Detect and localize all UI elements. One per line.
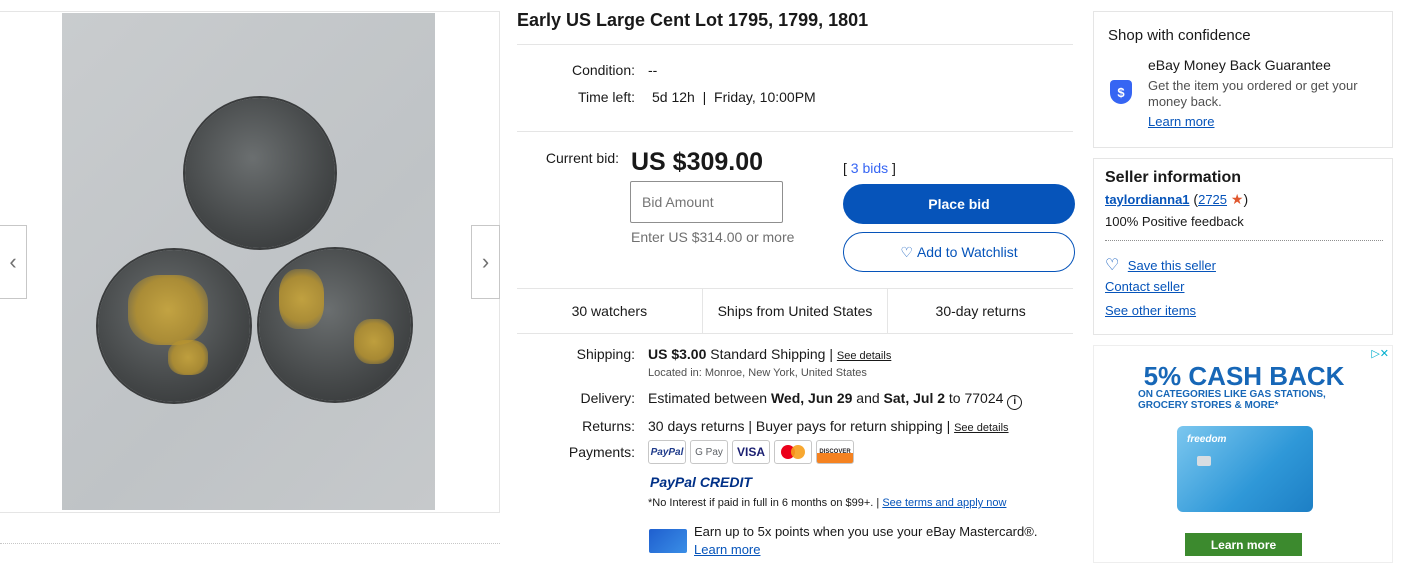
time-left-label: Time left:	[577, 89, 635, 105]
shipping-details-link[interactable]: See details	[837, 350, 891, 362]
ships-from: Ships from United States	[701, 289, 888, 333]
paypal-icon: PayPal	[648, 440, 686, 464]
heart-icon: ♡	[1105, 257, 1120, 274]
payments-label: Payments:	[568, 444, 635, 460]
see-other-items-link[interactable]: See other items	[1105, 303, 1196, 318]
seller-name-row: taylordianna1 (2725 ★)	[1105, 191, 1249, 207]
save-seller-row[interactable]: ♡ Save this seller	[1105, 255, 1216, 275]
save-seller-link[interactable]: Save this seller	[1128, 258, 1216, 273]
confidence-title: Shop with confidence	[1108, 27, 1251, 44]
contact-seller-link[interactable]: Contact seller	[1105, 279, 1184, 294]
seller-title: Seller information	[1105, 169, 1242, 186]
returns-value: 30 days returns | Buyer pays for return …	[648, 418, 1009, 434]
returns-details-link[interactable]: See details	[954, 422, 1008, 434]
bids-link[interactable]: 3 bids	[851, 160, 888, 176]
divider	[517, 44, 1073, 45]
chevron-left-icon: ‹	[9, 249, 17, 274]
advertisement[interactable]: ▷✕ 5% CASH BACK ON CATEGORIES LIKE GAS S…	[1093, 345, 1393, 563]
current-bid-price: US $309.00	[631, 148, 764, 176]
place-bid-button[interactable]: Place bid	[843, 184, 1075, 224]
prev-image-button[interactable]: ‹	[0, 225, 27, 299]
add-to-watchlist-button[interactable]: ♡ Add to Watchlist	[843, 232, 1075, 272]
divider	[1105, 240, 1383, 241]
watchers-count: 30 watchers	[571, 303, 648, 319]
condition-value: --	[648, 62, 658, 78]
seller-feedback: 100% Positive feedback	[1105, 214, 1244, 229]
coin-image	[185, 98, 335, 248]
item-location: Located in: Monroe, New York, United Sta…	[648, 367, 867, 379]
mastercard-icon	[774, 440, 812, 464]
info-icon[interactable]: i	[1007, 395, 1023, 410]
seller-score-link[interactable]: 2725	[1198, 192, 1227, 207]
mastercard-promo: Earn up to 5x points when you use your e…	[694, 524, 1038, 539]
coin-image	[98, 250, 250, 402]
divider	[0, 543, 500, 544]
coin-image	[259, 249, 411, 401]
ad-headline: 5% CASH BACK	[1143, 361, 1345, 391]
shield-icon: $	[1110, 80, 1132, 104]
seller-name-link[interactable]: taylordianna1	[1105, 192, 1190, 207]
ad-choices-icon[interactable]: ▷✕	[1371, 347, 1389, 360]
mastercard-learn-more[interactable]: Learn more	[694, 542, 760, 557]
returns-summary: 30-day returns	[887, 289, 1073, 333]
credit-apply-link[interactable]: See terms and apply now	[882, 497, 1006, 509]
visa-icon: VISA	[732, 440, 770, 464]
heart-icon: ♡	[900, 243, 913, 260]
chevron-right-icon: ›	[481, 249, 490, 274]
delivery-label: Delivery:	[580, 390, 635, 406]
card-brand: freedom	[1187, 434, 1227, 445]
guarantee-learn-more[interactable]: Learn more	[1148, 114, 1214, 129]
paypal-credit-logo: PayPal CREDIT	[650, 474, 752, 490]
discover-icon: DISCOVER	[816, 440, 854, 464]
star-icon: ★	[1230, 191, 1244, 207]
shop-confidence-box: Shop with confidence $ eBay Money Back G…	[1093, 11, 1393, 148]
condition-label: Condition:	[571, 62, 635, 78]
guarantee-text: Get the item you ordered or get your mon…	[1148, 78, 1358, 109]
google-pay-icon: G Pay	[690, 440, 728, 464]
item-stats: 30 watchers Ships from United States 30-…	[517, 288, 1073, 334]
next-image-button[interactable]: ›	[471, 225, 500, 299]
returns-label: Returns:	[582, 418, 635, 434]
chip-icon	[1197, 456, 1211, 466]
bids-count: [ 3 bids ]	[843, 160, 896, 176]
current-bid-label: Current bid:	[545, 150, 619, 166]
shipping-value: US $3.00 Standard Shipping | See details	[648, 346, 892, 362]
credit-note: *No Interest if paid in full in 6 months…	[648, 497, 1007, 509]
ad-learn-more-button[interactable]: Learn more	[1185, 533, 1302, 556]
ebay-mastercard-icon	[649, 529, 687, 553]
bid-amount-input[interactable]	[630, 181, 783, 223]
credit-card-image: freedom	[1177, 426, 1313, 512]
item-title: Early US Large Cent Lot 1795, 1799, 1801	[517, 10, 869, 30]
guarantee-title: eBay Money Back Guarantee	[1148, 57, 1331, 73]
item-photo[interactable]	[62, 13, 435, 510]
time-left-value: 5d 12h | Friday, 10:00PM	[652, 89, 816, 105]
shipping-label: Shipping:	[576, 346, 635, 362]
divider	[517, 131, 1073, 132]
delivery-value: Estimated between Wed, Jun 29 and Sat, J…	[648, 390, 1023, 410]
ad-subline: ON CATEGORIES LIKE GAS STATIONS, GROCERY…	[1138, 389, 1326, 411]
min-bid-hint: Enter US $314.00 or more	[631, 229, 795, 245]
seller-info-box: Seller information taylordianna1 (2725 ★…	[1093, 158, 1393, 335]
